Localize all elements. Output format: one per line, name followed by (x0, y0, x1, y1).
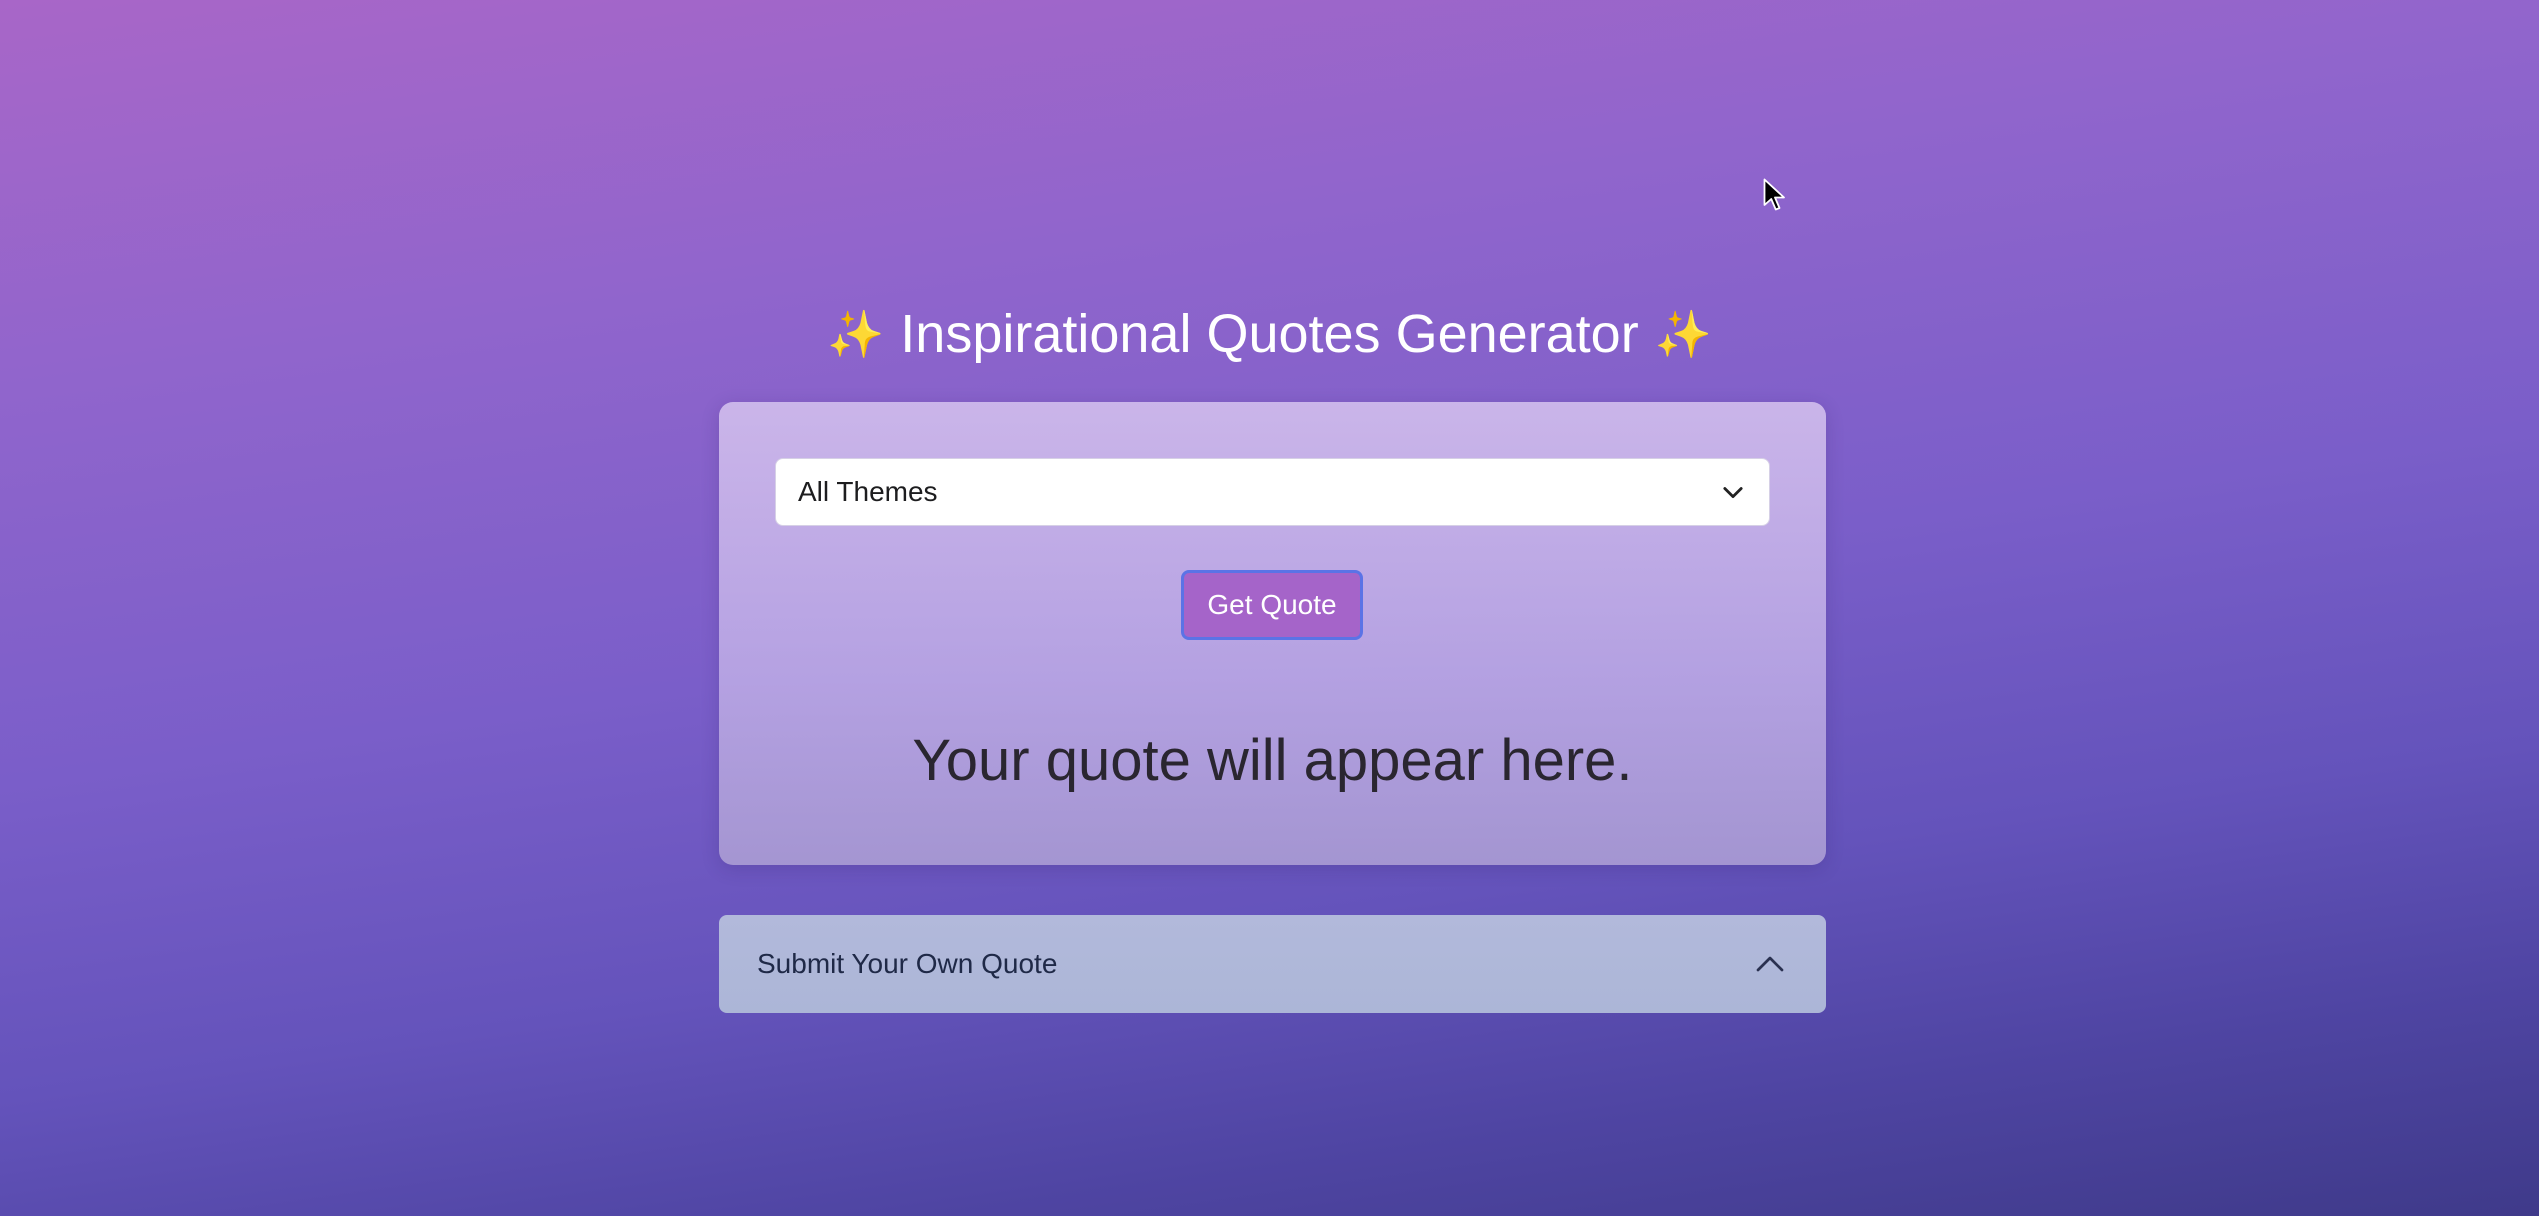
quote-text: Your quote will appear here. (912, 728, 1633, 793)
theme-select-value: All Themes (798, 476, 938, 507)
chevron-up-icon[interactable] (1752, 946, 1788, 982)
chevron-down-icon (1723, 487, 1743, 499)
sparkle-icon: ✨ (827, 308, 885, 360)
submit-quote-accordion[interactable]: Submit Your Own Quote (719, 915, 1826, 1013)
page-title-text: Inspirational Quotes Generator (900, 304, 1639, 364)
sparkle-icon: ✨ (1654, 308, 1712, 360)
quote-card: All Themes Get Quote Your quote will app… (719, 402, 1826, 865)
mouse-pointer-icon (1763, 178, 1785, 211)
submit-quote-label: Submit Your Own Quote (757, 948, 1058, 979)
page-title: ✨ Inspirational Quotes Generator ✨ (0, 296, 2539, 372)
theme-select[interactable]: All Themes (775, 458, 1770, 526)
get-quote-button[interactable]: Get Quote (1181, 570, 1363, 640)
